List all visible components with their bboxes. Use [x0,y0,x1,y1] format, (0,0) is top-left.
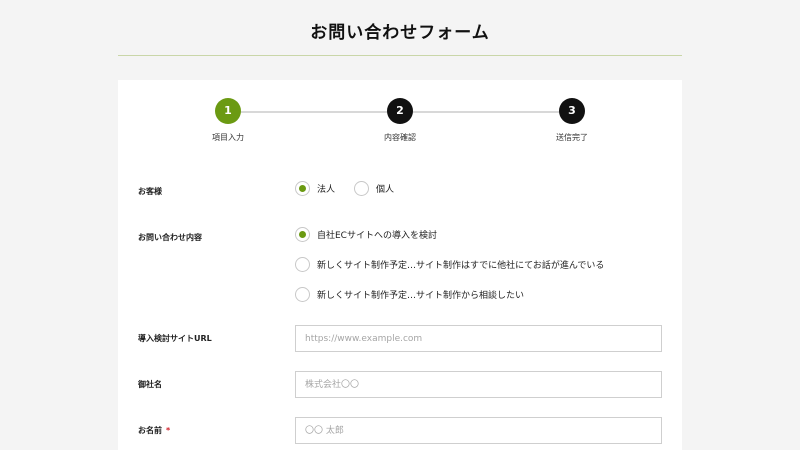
title-divider [118,55,682,56]
step-2-circle: 2 [387,98,413,124]
step-input: 1 項目入力 [183,98,273,143]
radio-individual-circle[interactable] [354,181,369,196]
step-1-label: 項目入力 [212,133,244,142]
radio-individual-label: 個人 [376,185,395,195]
company-label: 御社名 [138,380,162,389]
radio-inquiry-consult-label: 新しくサイト制作予定…サイト制作から相談したい [317,291,525,301]
inquiry-label: お問い合わせ内容 [138,233,202,242]
step-3-label: 送信完了 [556,133,588,142]
radio-individual[interactable]: 個人 [354,181,394,196]
radio-corporate-label: 法人 [317,185,336,195]
required-mark: * [166,426,171,435]
radio-corporate[interactable]: 法人 [295,181,335,196]
radio-corporate-circle[interactable] [295,181,310,196]
radio-inquiry-other-vendor-label: 新しくサイト制作予定…サイト制作はすでに他社にてお話が進んでいる [317,261,605,271]
step-confirm: 2 内容確認 [355,98,445,143]
site-url-label: 導入検討サイトURL [138,334,212,343]
radio-inquiry-ec-circle[interactable] [295,227,310,242]
name-input[interactable] [295,417,662,444]
step-1-circle: 1 [215,98,241,124]
radio-inquiry-consult[interactable]: 新しくサイト制作予定…サイト制作から相談したい [295,287,524,302]
radio-inquiry-ec-label: 自社ECサイトへの導入を検討 [317,231,437,241]
site-url-input[interactable] [295,325,662,352]
radio-inquiry-ec[interactable]: 自社ECサイトへの導入を検討 [295,227,437,242]
radio-inquiry-other-vendor[interactable]: 新しくサイト制作予定…サイト制作はすでに他社にてお話が進んでいる [295,257,604,272]
radio-inquiry-consult-circle[interactable] [295,287,310,302]
name-label: お名前 * [138,425,170,436]
step-complete: 3 送信完了 [527,98,617,143]
customer-type-label: お客様 [138,187,162,196]
radio-inquiry-other-vendor-circle[interactable] [295,257,310,272]
form-card: 1 項目入力 2 内容確認 3 送信完了 お客様 法人 個人 お問い合わせ内容 … [118,80,682,450]
page-title: お問い合わせフォーム [310,23,490,43]
progress-steps: 1 項目入力 2 内容確認 3 送信完了 [118,98,682,148]
step-2-label: 内容確認 [384,133,416,142]
step-3-circle: 3 [559,98,585,124]
name-label-text: お名前 [138,426,162,435]
company-input[interactable] [295,371,662,398]
